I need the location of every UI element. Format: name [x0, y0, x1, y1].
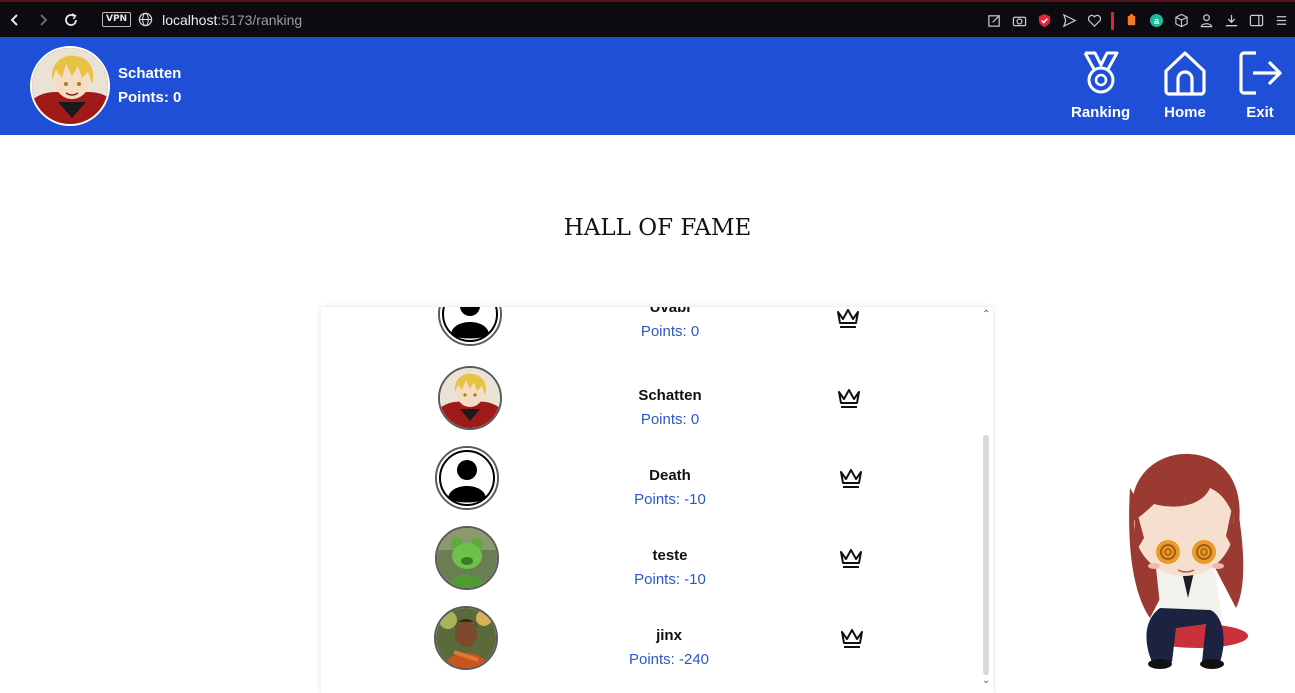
- ranking-row: Schatten Points: 0: [321, 359, 981, 439]
- crown-icon: [841, 629, 863, 648]
- ranking-list[interactable]: Uvabi Points: 0 Schatten Points: 0 Death…: [321, 307, 993, 693]
- user-avatar[interactable]: [30, 46, 110, 126]
- player-name: jinx: [656, 627, 682, 644]
- user-name: Schatten: [118, 65, 182, 82]
- browser-toolbar: VPN localhost:5173/ranking a: [0, 0, 1295, 37]
- scroll-up-arrow-icon[interactable]: ⌃: [982, 309, 990, 320]
- profile-icon[interactable]: [1198, 13, 1214, 29]
- nav-exit[interactable]: Exit: [1236, 49, 1284, 121]
- player-avatar: [438, 307, 502, 346]
- user-points: Points: 0: [118, 89, 182, 106]
- puzzle-extension-icon[interactable]: [1123, 13, 1139, 29]
- nav-home[interactable]: Home: [1161, 49, 1209, 121]
- nav-ranking[interactable]: Ranking: [1071, 49, 1130, 121]
- player-points: Points: -10: [634, 491, 706, 508]
- player-name: Schatten: [638, 387, 702, 404]
- account-a-icon[interactable]: a: [1148, 13, 1164, 29]
- crown-icon: [838, 389, 860, 408]
- player-avatar: [435, 446, 499, 510]
- player-points: Points: 0: [640, 323, 700, 340]
- svg-text:a: a: [1153, 16, 1159, 26]
- url-host: localhost: [162, 11, 218, 28]
- home-icon: [1164, 51, 1206, 96]
- crown-icon: [840, 549, 862, 568]
- edit-page-icon[interactable]: [986, 13, 1002, 29]
- player-points: Points: -10: [634, 571, 706, 588]
- url-path: :5173/ranking: [217, 11, 303, 28]
- nav-home-label: Home: [1164, 104, 1206, 121]
- download-icon[interactable]: [1223, 13, 1239, 29]
- scrollbar-thumb[interactable]: [983, 435, 989, 675]
- player-avatar: [434, 606, 498, 670]
- forward-button[interactable]: [30, 7, 56, 33]
- camera-icon[interactable]: [1011, 13, 1027, 29]
- mascot-illustration: [1129, 453, 1248, 669]
- player-name: teste: [652, 547, 688, 564]
- cube-icon[interactable]: [1173, 13, 1189, 29]
- logout-icon: [1239, 51, 1282, 95]
- app-header: Schatten Points: 0 Ranking Home Exit: [0, 37, 1295, 135]
- player-avatar: [435, 526, 499, 590]
- player-avatar: [438, 366, 502, 430]
- chevron-right-icon: [40, 13, 48, 26]
- player-name: Death: [649, 467, 691, 484]
- reload-button[interactable]: [58, 7, 84, 33]
- nav-exit-label: Exit: [1246, 104, 1274, 121]
- crown-icon: [840, 469, 862, 488]
- page-title: HALL OF FAME: [563, 215, 752, 241]
- medal-icon: [1083, 51, 1119, 94]
- back-button[interactable]: [2, 7, 28, 33]
- crown-icon: [837, 309, 859, 328]
- vpn-badge[interactable]: VPN: [102, 12, 132, 27]
- chevron-left-icon: [10, 13, 18, 26]
- menu-icon[interactable]: [1273, 13, 1289, 29]
- player-points: Points: 0: [640, 411, 700, 428]
- globe-icon: [138, 12, 153, 27]
- shield-check-icon[interactable]: [1036, 13, 1052, 29]
- ranking-row: teste Points: -10: [321, 519, 981, 599]
- address-bar[interactable]: localhost:5173/ranking: [162, 12, 302, 28]
- ranking-row: Uvabi Points: 0: [321, 307, 981, 359]
- send-icon[interactable]: [1061, 13, 1077, 29]
- ranking-row: Death Points: -10: [321, 439, 981, 519]
- sidebar-icon[interactable]: [1248, 13, 1264, 29]
- ranking-row: jinx Points: -240: [321, 599, 981, 679]
- scrollbar[interactable]: ⌃ ⌄: [981, 307, 991, 693]
- extension-divider: [1111, 11, 1114, 30]
- extension-toolbar: a: [986, 2, 1289, 39]
- reload-icon: [65, 12, 77, 26]
- nav-ranking-label: Ranking: [1071, 104, 1131, 121]
- player-points: Points: -240: [628, 651, 710, 668]
- player-name: Uvabi: [649, 307, 691, 316]
- heart-icon[interactable]: [1086, 13, 1102, 29]
- scroll-down-arrow-icon[interactable]: ⌄: [982, 675, 990, 686]
